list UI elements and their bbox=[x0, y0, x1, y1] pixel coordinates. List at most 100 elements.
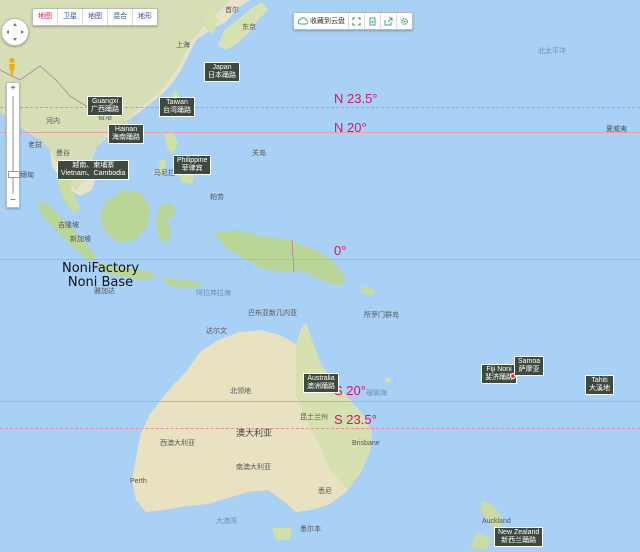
map-view[interactable]: N 23.5° N 20° 0° S 20° S 23.5° 首尔 东京 上海 … bbox=[0, 0, 640, 552]
map-type-map-2[interactable]: 地图 bbox=[83, 9, 108, 25]
settings-button[interactable] bbox=[397, 13, 412, 29]
share-icon bbox=[384, 17, 393, 25]
label-n23-5: N 23.5° bbox=[334, 91, 378, 106]
marker-vietnam-cn: 越南、柬埔寨 bbox=[72, 162, 115, 169]
place-australia: 澳大利亚 bbox=[236, 428, 273, 438]
marker-taiwan[interactable]: Taiwan 台湾踊路 bbox=[159, 97, 195, 117]
street-view-pegman-icon[interactable] bbox=[6, 57, 18, 77]
marker-japan-en: Japan bbox=[212, 64, 232, 71]
place-singapore: 新加坡 bbox=[70, 236, 91, 243]
map-toolbar: 收藏到云盘 bbox=[293, 12, 413, 30]
place-manila: 马尼拉 bbox=[154, 170, 175, 177]
place-sa: 南澳大利亚 bbox=[236, 464, 271, 471]
place-sydney: 悉尼 bbox=[318, 488, 332, 495]
marker-australia-en: Australia bbox=[307, 375, 335, 382]
zoom-out-button[interactable]: − bbox=[7, 195, 19, 207]
marker-vietnam[interactable]: 越南、柬埔寨 Vietnam、Cambodia bbox=[57, 160, 130, 180]
marker-australia[interactable]: Australia 澳洲踊路 bbox=[303, 373, 339, 393]
marker-hainan-cn: 海南踊路 bbox=[112, 134, 140, 141]
pan-arrows-icon bbox=[6, 23, 24, 41]
zoom-slider-track[interactable] bbox=[12, 96, 14, 194]
marker-new-zealand-en: New Zealand bbox=[498, 529, 540, 536]
marker-fiji-cn: 斐济踊路 bbox=[485, 374, 513, 381]
pan-control[interactable] bbox=[1, 18, 29, 46]
place-shanghai: 上海 bbox=[176, 42, 190, 49]
marker-tahiti-en: Tahiti bbox=[591, 377, 608, 384]
gear-icon bbox=[401, 17, 408, 25]
cloud-icon bbox=[297, 17, 308, 25]
marker-japan[interactable]: Japan 日本踊路 bbox=[204, 62, 240, 82]
marker-philippine-cn: 菲律宾 bbox=[181, 165, 203, 172]
zoom-in-button[interactable]: + bbox=[7, 83, 19, 95]
marker-new-zealand-cn: 新西兰踊路 bbox=[501, 537, 537, 544]
marker-hainan-en: Hainan bbox=[114, 126, 138, 133]
marker-guangxi[interactable]: Guangxi 广西踊路 bbox=[87, 96, 123, 116]
noni-base-line2: Noni Base bbox=[67, 275, 134, 290]
place-solomon: 所罗门群岛 bbox=[364, 312, 399, 319]
download-icon bbox=[369, 17, 376, 25]
marker-new-zealand[interactable]: New Zealand 新西兰踊路 bbox=[494, 527, 544, 547]
expand-icon bbox=[352, 16, 361, 26]
place-pacific-n: 北太平洋 bbox=[538, 48, 566, 55]
latitude-line-equator bbox=[0, 259, 640, 260]
marker-taiwan-en: Taiwan bbox=[166, 99, 188, 106]
share-button[interactable] bbox=[381, 13, 397, 29]
place-melbourne: 墨尔本 bbox=[300, 526, 321, 533]
map-type-map[interactable]: 地图 bbox=[33, 9, 58, 25]
map-type-controls: 地图 卫星 地图 混合 地形 bbox=[32, 8, 158, 26]
marker-guangxi-en: Guangxi bbox=[91, 98, 119, 105]
marker-australia-cn: 澳洲踊路 bbox=[307, 383, 335, 390]
place-hawaii: 夏威夷 bbox=[606, 126, 627, 133]
place-laos: 老挝 bbox=[28, 142, 42, 149]
place-brisbane: Brisbane bbox=[352, 440, 380, 447]
fullscreen-button[interactable] bbox=[349, 13, 365, 29]
place-tokyo: 东京 bbox=[242, 24, 256, 31]
marker-tahiti[interactable]: Tahiti 大溪地 bbox=[585, 375, 614, 395]
place-darwin: 达尔文 bbox=[206, 328, 227, 335]
place-hanoi: 河内 bbox=[46, 118, 60, 125]
latitude-line-s23-5 bbox=[0, 428, 640, 429]
noni-base-label: NoniFactory Noni Base bbox=[62, 262, 139, 290]
place-aus-sea: 大澳湾 bbox=[216, 518, 237, 525]
marker-guangxi-cn: 广西踊路 bbox=[91, 106, 119, 113]
map-type-hybrid[interactable]: 混合 bbox=[108, 9, 133, 25]
marker-samoa[interactable]: Samoa 萨摩亚 bbox=[514, 356, 545, 376]
place-wa: 西澳大利亚 bbox=[160, 440, 195, 447]
noni-base-line1: NoniFactory bbox=[62, 261, 140, 276]
place-myanmar: 缅甸 bbox=[20, 172, 34, 179]
marker-philippine[interactable]: Philippine 菲律宾 bbox=[173, 155, 212, 175]
latitude-line-s20 bbox=[0, 401, 640, 402]
label-n20: N 20° bbox=[334, 120, 367, 135]
place-palau: 帕劳 bbox=[210, 194, 224, 201]
download-button[interactable] bbox=[365, 13, 381, 29]
place-bangkok: 曼谷 bbox=[56, 150, 70, 157]
map-type-terrain[interactable]: 地形 bbox=[133, 9, 157, 25]
place-north-aus: 北领地 bbox=[230, 388, 251, 395]
marker-japan-cn: 日本踊路 bbox=[208, 72, 236, 79]
place-seoul: 首尔 bbox=[225, 7, 239, 14]
marker-taiwan-cn: 台湾踊路 bbox=[163, 107, 191, 114]
marker-hainan[interactable]: Hainan 海南踊路 bbox=[108, 124, 144, 144]
place-guam: 关岛 bbox=[252, 150, 266, 157]
label-s23-5: S 23.5° bbox=[334, 412, 377, 427]
place-perth: Perth bbox=[130, 478, 147, 485]
marker-samoa-cn: 萨摩亚 bbox=[518, 366, 540, 373]
marker-vietnam-en: Vietnam、Cambodia bbox=[61, 170, 126, 177]
save-to-cloud-button[interactable]: 收藏到云盘 bbox=[294, 13, 349, 29]
latitude-line-n20 bbox=[0, 132, 640, 133]
place-arafura: 阿拉弗拉海 bbox=[196, 290, 231, 297]
label-equator: 0° bbox=[334, 243, 347, 258]
marker-philippine-en: Philippine bbox=[177, 157, 208, 164]
save-to-cloud-label: 收藏到云盘 bbox=[310, 18, 345, 25]
place-kuala: 吉隆坡 bbox=[58, 222, 79, 229]
marker-samoa-en: Samoa bbox=[518, 358, 541, 365]
place-auckland: Auckland bbox=[482, 518, 511, 525]
zoom-slider-handle[interactable] bbox=[8, 171, 20, 178]
place-png: 巴布亚新几内亚 bbox=[248, 310, 297, 317]
zoom-control: + − bbox=[6, 82, 20, 208]
place-qld: 昆士兰州 bbox=[300, 414, 328, 421]
map-type-satellite[interactable]: 卫星 bbox=[58, 9, 83, 25]
marker-fiji-en: Fiji Noni bbox=[486, 366, 512, 373]
marker-tahiti-cn: 大溪地 bbox=[589, 385, 610, 392]
place-coral: 珊瑚海 bbox=[366, 390, 387, 397]
